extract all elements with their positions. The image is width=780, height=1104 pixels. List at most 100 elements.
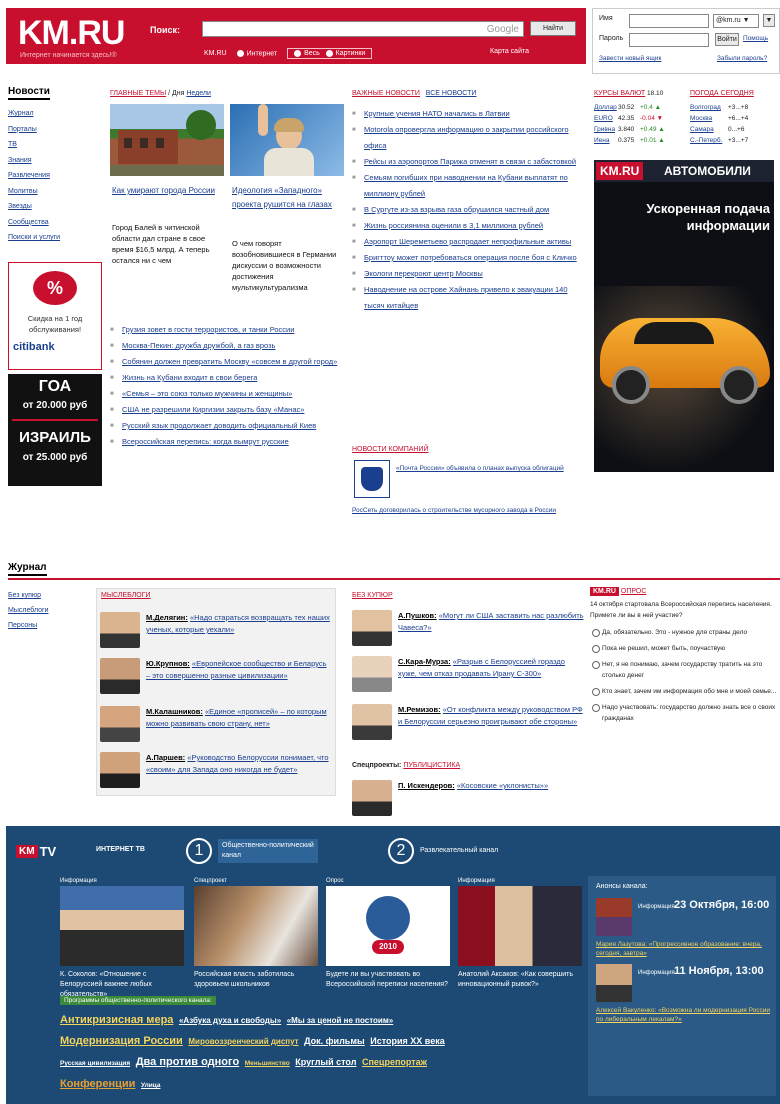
week-tab[interactable]: Недели	[186, 90, 211, 97]
merkel-photo[interactable]	[230, 104, 344, 176]
search-button[interactable]: Найти	[530, 21, 576, 36]
topic-link[interactable]: Собянин должен превратить Москву «совсем…	[122, 357, 337, 366]
city-link[interactable]: Волгоград	[690, 102, 728, 113]
nav-prayers[interactable]: Молитвы	[8, 188, 38, 195]
mysleblogi-label[interactable]: Мыслеблоги	[101, 592, 151, 599]
poll-option[interactable]: Надо участвовать: государство должно зна…	[590, 702, 780, 724]
login-button[interactable]: Войти	[715, 33, 739, 46]
program-link[interactable]: Антикризисная мера	[60, 1014, 173, 1026]
tv-thumb[interactable]: Спецпроект Российская власть заботилась …	[194, 876, 318, 990]
program-link[interactable]: История XX века	[370, 1036, 444, 1046]
nav-journal[interactable]: Журнал	[8, 110, 34, 117]
citibank-ad[interactable]: % Скидка на 1 год обслуживания! citibank	[8, 262, 102, 370]
city-link[interactable]: С.-Петерб.	[690, 135, 728, 146]
anons2-link[interactable]: Алексей Вакуленко: «Возможна ли модерниз…	[596, 1006, 772, 1024]
nav-tv[interactable]: ТВ	[8, 141, 17, 148]
news-link[interactable]: Наводнение на острове Хайнань привело к …	[364, 285, 568, 310]
company-news-2[interactable]: РосСеть договорилась о строительстве мус…	[352, 506, 584, 516]
poll-option[interactable]: Кто знает, зачем им информация обо мне и…	[590, 686, 780, 697]
anons1-link[interactable]: Мария Лазутова: «Прогрессивное образован…	[596, 940, 772, 958]
special-link[interactable]: Публицистика	[403, 762, 460, 769]
topic-link[interactable]: Русский язык продолжает доводить официал…	[122, 421, 316, 430]
poll-option[interactable]: Нет, я не понимаю, зачем государству тра…	[590, 659, 780, 681]
bez-kupur-label[interactable]: Без купюр	[352, 592, 393, 599]
program-link[interactable]: Спецрепортаж	[362, 1057, 427, 1067]
ruined-town-photo[interactable]	[110, 104, 224, 176]
company-news-1[interactable]: «Почта России» объявила о планах выпуска…	[396, 464, 582, 474]
program-link[interactable]: Конференции	[60, 1078, 135, 1090]
news-link[interactable]: Motorola опровергла информацию о закрыти…	[364, 125, 569, 150]
quote-link[interactable]: «Косовские «уклонисты»»	[457, 781, 548, 790]
program-link[interactable]: Русская цивилизация	[60, 1060, 130, 1067]
news-link[interactable]: Бригттоу может потребоваться операция по…	[364, 253, 577, 262]
topic-link[interactable]: Грузия зовет в гости террористов, и танк…	[122, 325, 294, 334]
tv-thumb[interactable]: Опрос 2010 Будете ли вы участвовать во В…	[326, 876, 450, 990]
story1-title[interactable]: Как умирают города России	[112, 184, 222, 198]
topic-link[interactable]: Всероссийская перепись: когда вымрут рус…	[122, 437, 289, 446]
city-link[interactable]: Москва	[690, 113, 728, 124]
nav-services[interactable]: Поиски и услуги	[8, 234, 60, 241]
scope-all[interactable]: Весь	[294, 50, 320, 57]
city-link[interactable]: Самара	[690, 124, 728, 135]
help-link[interactable]: Помощь	[743, 35, 768, 42]
channel-1-tab[interactable]: 1 Общественно-политический канал	[186, 838, 318, 864]
news-link[interactable]: Аэропорт Шереметьево распродает непрофил…	[364, 237, 571, 246]
forgot-password-link[interactable]: Забыли пароль?	[717, 55, 767, 62]
car-ad-banner[interactable]: KM.RU АВТОМОБИЛИ Ускоренная подача инфор…	[594, 160, 774, 472]
story2-title[interactable]: Идеология «Западного» проекта рушится на…	[232, 184, 344, 212]
program-link[interactable]: Круглый стол	[295, 1057, 356, 1067]
important-label[interactable]: Важные новости	[352, 90, 420, 97]
author-name[interactable]: М.Делягин:	[146, 613, 188, 622]
scope-kmru[interactable]: KM.RU	[204, 50, 227, 57]
author-name[interactable]: А.Пушков:	[398, 611, 437, 620]
program-link[interactable]: Модернизация России	[60, 1035, 183, 1047]
author-name[interactable]: Ю.Крупнов:	[146, 659, 190, 668]
journal-nav-item[interactable]: Персоны	[8, 618, 48, 633]
news-link[interactable]: Рейсы из аэропортов Парижа отменят в свя…	[364, 157, 576, 166]
author-name[interactable]: А.Паршев:	[146, 753, 185, 762]
poll-option[interactable]: Пока не решил, может быть, поучаствую	[590, 643, 780, 654]
program-link[interactable]: Улица	[141, 1082, 160, 1089]
program-link[interactable]: «Азбука духа и свободы»	[179, 1016, 281, 1025]
domain-dropdown-button[interactable]: ▼	[763, 14, 775, 27]
currency-name[interactable]: Гривна	[594, 124, 618, 135]
scope-images[interactable]: Картинки	[325, 50, 365, 57]
program-link[interactable]: Два против одного	[136, 1056, 239, 1068]
journal-nav-item[interactable]: Мыслеблоги	[8, 603, 48, 618]
domain-select[interactable]: @km.ru ▼	[713, 14, 759, 28]
author-name[interactable]: П. Искендеров:	[398, 781, 455, 790]
topic-link[interactable]: Москва-Пекин: дружба дружбой, а газ вроз…	[122, 341, 275, 350]
author-name[interactable]: С.Кара-Мурза:	[398, 657, 451, 666]
thumb-caption[interactable]: Анатолий Аксаков: «Как совершить инновац…	[458, 970, 582, 990]
program-link[interactable]: Док. фильмы	[304, 1036, 365, 1046]
nav-knowledge[interactable]: Знания	[8, 157, 32, 164]
kmtv-logo[interactable]: KM TV	[16, 844, 56, 859]
rates-label[interactable]: Курсы валют	[594, 90, 645, 97]
login-name-input[interactable]	[629, 14, 709, 28]
author-name[interactable]: М.Ремизов:	[398, 705, 441, 714]
topic-link[interactable]: США не разрешили Киргизии закрыть базу «…	[122, 405, 304, 414]
currency-name[interactable]: EURO	[594, 113, 618, 124]
currency-name[interactable]: Иена	[594, 135, 618, 146]
tv-thumb[interactable]: Информация К. Соколов: «Отношение с Бело…	[60, 876, 184, 1000]
thumb-caption[interactable]: Будете ли вы участвовать во Всероссийско…	[326, 970, 450, 990]
news-link[interactable]: Жизнь россиянина оценили в 3,1 миллиона …	[364, 221, 543, 230]
news-link[interactable]: Семьям погибших при наводнении на Кубани…	[364, 173, 568, 198]
poll-option[interactable]: Да, обязательно. Это - нужное для страны…	[590, 627, 780, 638]
nav-portals[interactable]: Порталы	[8, 126, 37, 133]
sitemap-link[interactable]: Карта сайта	[490, 48, 529, 55]
search-input[interactable]: Google	[202, 21, 524, 37]
journal-nav-item[interactable]: Без купюр	[8, 588, 48, 603]
site-logo[interactable]: KM.RU	[18, 14, 125, 53]
password-input[interactable]	[629, 33, 709, 47]
nav-stars[interactable]: Звезды	[8, 203, 32, 210]
news-link[interactable]: Крупные учения НАТО начались в Латвии	[364, 109, 510, 118]
nav-entertainment[interactable]: Развлечения	[8, 172, 50, 179]
scope-internet[interactable]: Интернет	[236, 50, 277, 57]
program-link[interactable]: Меньшинство	[245, 1060, 290, 1067]
program-link[interactable]: «Мы за ценой не постоим»	[287, 1016, 394, 1025]
topic-link[interactable]: Жизнь на Кубани входит в свои берега	[122, 373, 257, 382]
poll-label[interactable]: Опрос	[621, 588, 647, 595]
weather-label[interactable]: Погода сегодня	[690, 90, 754, 97]
author-name[interactable]: М.Калашников:	[146, 707, 203, 716]
